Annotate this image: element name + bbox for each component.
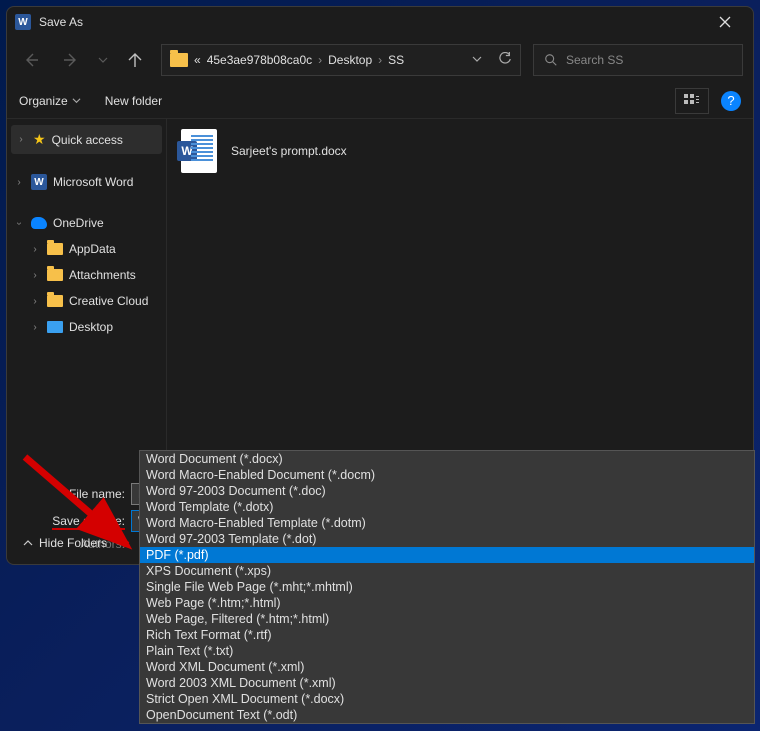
savetype-option[interactable]: Word 2003 XML Document (*.xml) — [140, 675, 754, 691]
up-button[interactable] — [121, 46, 149, 74]
path-segment[interactable]: SS — [388, 53, 404, 67]
sidebar-item-label: Desktop — [69, 320, 113, 334]
savetype-option[interactable]: Word Document (*.docx) — [140, 451, 754, 467]
chevron-right-icon[interactable]: › — [29, 244, 41, 255]
folder-icon — [170, 53, 188, 67]
savetype-options-list: Word Document (*.docx)Word Macro-Enabled… — [139, 450, 755, 724]
save-as-dialog: W Save As « 45e3ae978b08ca0c › Desktop ›… — [6, 6, 754, 565]
savetype-option[interactable]: Rich Text Format (*.rtf) — [140, 627, 754, 643]
view-mode-button[interactable] — [675, 88, 709, 114]
chevron-down-icon — [72, 96, 81, 105]
view-grid-icon — [684, 94, 700, 108]
file-item[interactable]: W Sarjeet's prompt.docx — [181, 129, 739, 173]
hide-folders-toggle[interactable]: Hide Folders — [17, 534, 113, 552]
chevron-down-icon — [98, 55, 108, 65]
toolbar: Organize New folder ? — [7, 83, 753, 119]
savetype-option[interactable]: Word XML Document (*.xml) — [140, 659, 754, 675]
chevron-down-icon[interactable]: › — [14, 217, 25, 229]
savetype-option[interactable]: Word Template (*.dotx) — [140, 499, 754, 515]
savetype-option[interactable]: Web Page, Filtered (*.htm;*.html) — [140, 611, 754, 627]
sidebar-item-label: Microsoft Word — [53, 175, 133, 189]
sidebar-item-label: AppData — [69, 242, 116, 256]
chevron-right-icon: › — [318, 53, 322, 67]
docx-file-icon: W — [181, 129, 217, 173]
recent-dropdown[interactable] — [97, 46, 109, 74]
file-list[interactable]: W Sarjeet's prompt.docx — [167, 119, 753, 479]
savetype-option[interactable]: Word Macro-Enabled Template (*.dotm) — [140, 515, 754, 531]
chevron-right-icon[interactable]: › — [15, 134, 27, 145]
arrow-up-icon — [127, 52, 143, 68]
sidebar-item-label: Attachments — [69, 268, 136, 282]
address-dropdown[interactable] — [472, 53, 482, 67]
sidebar-item-onedrive[interactable]: › OneDrive — [7, 210, 166, 236]
sidebar-item-label: OneDrive — [53, 216, 104, 230]
star-icon: ★ — [33, 131, 46, 148]
refresh-button[interactable] — [498, 52, 512, 69]
savetype-option[interactable]: Word 97-2003 Document (*.doc) — [140, 483, 754, 499]
path-segment[interactable]: Desktop — [328, 53, 372, 67]
address-bar[interactable]: « 45e3ae978b08ca0c › Desktop › SS — [161, 44, 521, 76]
search-icon — [544, 53, 558, 67]
sidebar-item-desktop[interactable]: › Desktop — [7, 314, 166, 340]
chevron-right-icon[interactable]: › — [13, 177, 25, 188]
search-placeholder: Search SS — [566, 53, 623, 67]
savetype-option[interactable]: Plain Text (*.txt) — [140, 643, 754, 659]
sidebar-item-attachments[interactable]: › Attachments — [7, 262, 166, 288]
sidebar-item-label: Quick access — [52, 133, 123, 147]
forward-button[interactable] — [57, 46, 85, 74]
arrow-right-icon — [63, 52, 79, 68]
sidebar-item-creative-cloud[interactable]: › Creative Cloud — [7, 288, 166, 314]
close-button[interactable] — [705, 7, 745, 37]
organize-menu[interactable]: Organize — [19, 94, 81, 108]
desktop-icon — [47, 321, 63, 333]
path-segment[interactable]: 45e3ae978b08ca0c — [207, 53, 312, 67]
nav-row: « 45e3ae978b08ca0c › Desktop › SS Search… — [7, 37, 753, 83]
savetype-option[interactable]: PDF (*.pdf) — [140, 547, 754, 563]
help-button[interactable]: ? — [721, 91, 741, 111]
new-folder-button[interactable]: New folder — [105, 94, 162, 108]
body: › ★ Quick access › W Microsoft Word › On… — [7, 119, 753, 479]
close-icon — [719, 16, 731, 28]
sidebar-item-quick-access[interactable]: › ★ Quick access — [11, 125, 162, 154]
folder-icon — [47, 269, 63, 281]
chevron-right-icon[interactable]: › — [29, 270, 41, 281]
word-app-icon: W — [15, 14, 31, 30]
sidebar-item-appdata[interactable]: › AppData — [7, 236, 166, 262]
savetype-label: Save as type: — [17, 514, 131, 528]
back-button[interactable] — [17, 46, 45, 74]
file-name: Sarjeet's prompt.docx — [231, 144, 347, 158]
dialog-title: Save As — [39, 15, 705, 29]
onedrive-icon — [31, 217, 47, 229]
savetype-option[interactable]: Word Macro-Enabled Document (*.docm) — [140, 467, 754, 483]
search-input[interactable]: Search SS — [533, 44, 743, 76]
chevron-right-icon[interactable]: › — [29, 296, 41, 307]
chevron-down-icon — [472, 54, 482, 64]
arrow-left-icon — [23, 52, 39, 68]
nav-tree: › ★ Quick access › W Microsoft Word › On… — [7, 119, 167, 479]
sidebar-item-label: Creative Cloud — [69, 294, 148, 308]
savetype-option[interactable]: Strict Open XML Document (*.docx) — [140, 691, 754, 707]
word-icon: W — [31, 174, 47, 190]
titlebar: W Save As — [7, 7, 753, 37]
folder-icon — [47, 295, 63, 307]
savetype-option[interactable]: OpenDocument Text (*.odt) — [140, 707, 754, 723]
chevron-right-icon: › — [378, 53, 382, 67]
refresh-icon — [498, 52, 512, 66]
savetype-option[interactable]: Web Page (*.htm;*.html) — [140, 595, 754, 611]
savetype-option[interactable]: XPS Document (*.xps) — [140, 563, 754, 579]
chevron-right-icon[interactable]: › — [29, 322, 41, 333]
chevron-up-icon — [23, 538, 33, 548]
savetype-option[interactable]: Word 97-2003 Template (*.dot) — [140, 531, 754, 547]
savetype-option[interactable]: Single File Web Page (*.mht;*.mhtml) — [140, 579, 754, 595]
sidebar-item-microsoft-word[interactable]: › W Microsoft Word — [7, 168, 166, 196]
path-prefix: « — [194, 53, 201, 67]
folder-icon — [47, 243, 63, 255]
filename-label: File name: — [17, 487, 131, 501]
